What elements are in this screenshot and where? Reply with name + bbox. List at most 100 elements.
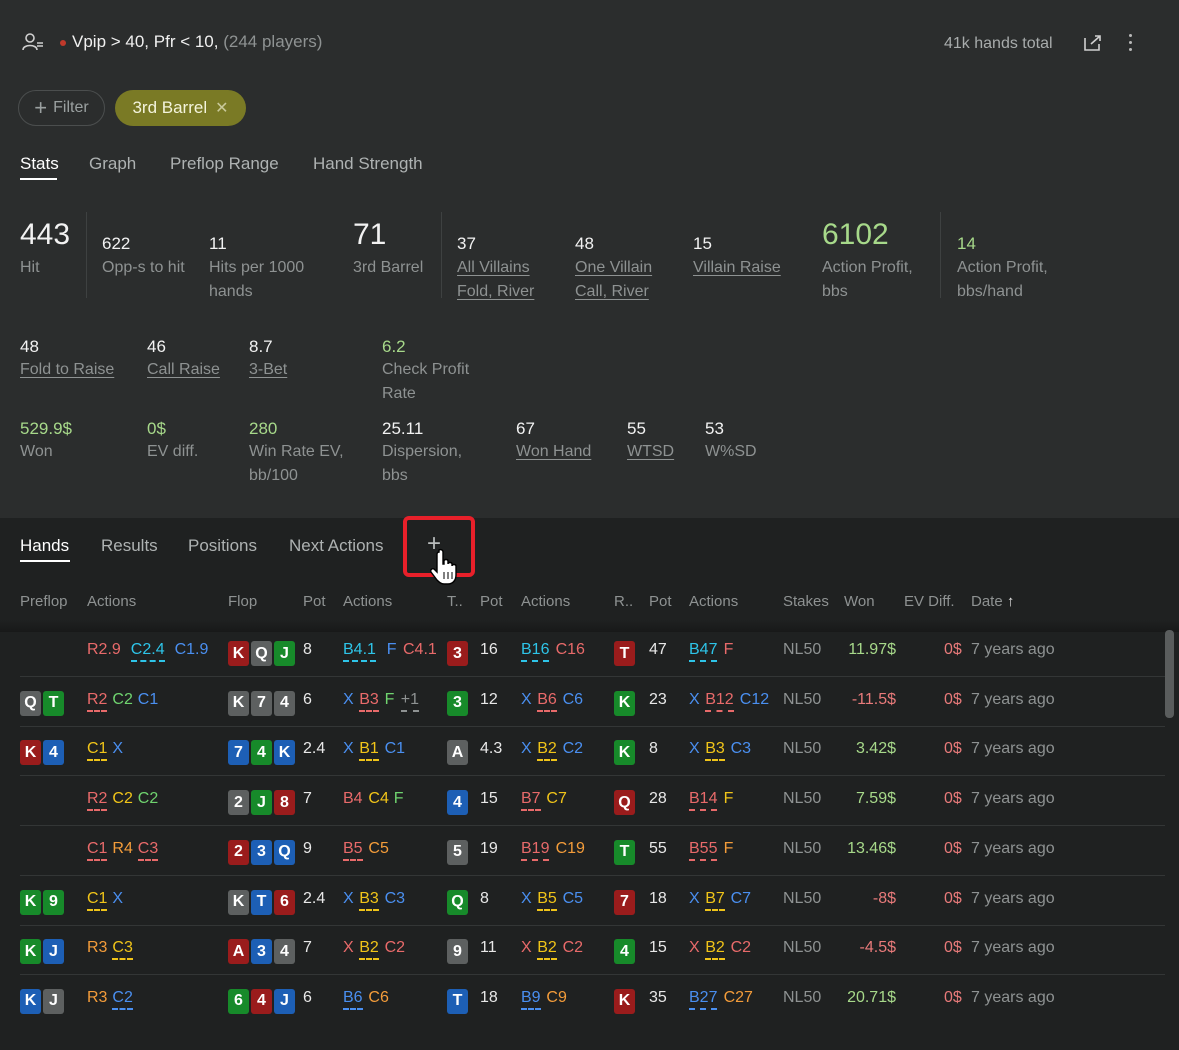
- table-row[interactable]: C1 R4 C3 2 3 Q 9 B5 C5 5 19 B19 C19 T 55 B55 F NL50 13.46$…: [0, 826, 1165, 876]
- export-icon[interactable]: [1083, 34, 1103, 52]
- col-flop[interactable]: Flop: [228, 593, 257, 610]
- stat-link-won-hand[interactable]: Won Hand: [516, 440, 591, 464]
- table-row[interactable]: K 4 C1 X 7 4 K 2.4 X B1 C1 A 4.3 X B2 C2 K 8 X B3 C3 NL50 3.42…: [0, 726, 1165, 777]
- river-action[interactable]: B7: [705, 890, 725, 911]
- flop-action[interactable]: X: [343, 691, 354, 709]
- preflop-action[interactable]: R3: [87, 989, 107, 1007]
- flop-action[interactable]: X: [343, 890, 354, 908]
- flop-action[interactable]: C3: [385, 890, 405, 908]
- col-preflop-actions[interactable]: Actions: [87, 593, 136, 610]
- preflop-action[interactable]: C2: [112, 989, 133, 1010]
- table-row[interactable]: R2 C2 C2 2 J 8 7 B4 C4 F 4 15 B7 C7 Q 28 B14 F NL50 7.59$ 0$…: [0, 776, 1165, 827]
- river-action[interactable]: B47: [689, 641, 718, 662]
- col-date[interactable]: Date ↑: [971, 593, 1014, 610]
- flop-action[interactable]: X: [343, 939, 354, 957]
- col-preflop[interactable]: Preflop: [20, 593, 68, 610]
- turn-action[interactable]: B7: [521, 790, 541, 812]
- preflop-action[interactable]: R2: [87, 790, 108, 812]
- players-icon[interactable]: [22, 32, 44, 52]
- flop-action[interactable]: F: [387, 641, 397, 659]
- flop-action[interactable]: B2: [359, 939, 379, 961]
- turn-action[interactable]: C19: [556, 840, 585, 858]
- stat-link-call-raise[interactable]: Call Raise: [147, 358, 220, 382]
- river-action[interactable]: C7: [731, 890, 751, 908]
- col-river[interactable]: R..: [614, 593, 633, 610]
- scrollbar[interactable]: [1165, 630, 1174, 718]
- river-action[interactable]: C2: [731, 939, 751, 957]
- preflop-action[interactable]: C1.9: [175, 641, 209, 659]
- tab-hands[interactable]: Hands: [20, 536, 69, 556]
- turn-action[interactable]: B5: [537, 890, 557, 911]
- turn-action[interactable]: B9: [521, 989, 541, 1010]
- tab-preflop-range[interactable]: Preflop Range: [170, 154, 279, 174]
- table-row[interactable]: K 9 C1 X K T 6 2.4 X B3 C3 Q 8 X B5 C5 7 18 X B7 C7 NL50 -8$ 0$…: [0, 876, 1165, 926]
- flop-action[interactable]: +1: [400, 691, 420, 712]
- stat-link-villain-raise[interactable]: Villain Raise: [693, 256, 781, 280]
- river-action[interactable]: F: [724, 641, 734, 659]
- close-icon[interactable]: ✕: [215, 98, 228, 118]
- preflop-action[interactable]: R2: [87, 691, 108, 712]
- table-row[interactable]: K J R3 C2 6 4 J 6 B6 C6 T 18 B9 C9 K 35 B27 C27 NL50 20.71$…: [0, 975, 1165, 1025]
- col-ev-diff[interactable]: EV Diff.: [904, 593, 955, 610]
- turn-action[interactable]: C5: [563, 890, 583, 908]
- river-action[interactable]: F: [724, 790, 734, 808]
- river-action[interactable]: X: [689, 890, 700, 908]
- river-action[interactable]: C27: [724, 989, 753, 1007]
- more-menu-icon[interactable]: [1128, 34, 1134, 54]
- flop-action[interactable]: B5: [343, 840, 363, 861]
- turn-action[interactable]: C2: [563, 939, 583, 957]
- preflop-action[interactable]: C1: [87, 740, 108, 762]
- tab-next-actions[interactable]: Next Actions: [289, 536, 384, 556]
- river-action[interactable]: C12: [740, 691, 769, 709]
- turn-action[interactable]: C2: [563, 740, 583, 758]
- turn-action[interactable]: B16: [521, 641, 550, 662]
- flop-action[interactable]: X: [343, 740, 354, 758]
- turn-action[interactable]: B6: [537, 691, 557, 712]
- river-action[interactable]: B2: [705, 939, 725, 961]
- flop-action[interactable]: F: [394, 790, 404, 808]
- turn-action[interactable]: X: [521, 691, 532, 709]
- table-row[interactable]: K J R3 C3 A 3 4 7 X B2 C2 9 11 X B2 C2 4 15 X B2 C2 NL50 -4.5$…: [0, 925, 1165, 976]
- turn-action[interactable]: C9: [546, 989, 566, 1007]
- turn-action[interactable]: C7: [546, 790, 566, 808]
- turn-action[interactable]: X: [521, 740, 532, 758]
- col-won[interactable]: Won: [844, 593, 875, 610]
- turn-action[interactable]: X: [521, 890, 532, 908]
- filter-chip-3rd-barrel[interactable]: 3rd Barrel ✕: [115, 90, 246, 126]
- col-river-actions[interactable]: Actions: [689, 593, 738, 610]
- river-action[interactable]: B12: [705, 691, 734, 712]
- flop-action[interactable]: C4.1: [403, 641, 437, 659]
- tab-hand-strength[interactable]: Hand Strength: [313, 154, 423, 174]
- preflop-action[interactable]: C1: [138, 691, 158, 709]
- flop-action[interactable]: C6: [368, 989, 388, 1007]
- flop-action[interactable]: B4: [343, 790, 363, 808]
- preflop-action[interactable]: R2.9: [87, 641, 121, 659]
- turn-action[interactable]: C6: [563, 691, 583, 709]
- river-action[interactable]: X: [689, 740, 700, 758]
- turn-action[interactable]: B19: [521, 840, 550, 861]
- river-action[interactable]: B14: [689, 790, 718, 812]
- river-action[interactable]: X: [689, 939, 700, 957]
- preflop-action[interactable]: C1: [87, 840, 108, 861]
- turn-action[interactable]: B2: [537, 740, 557, 762]
- table-row[interactable]: R2.9 C2.4 C1.9 K Q J 8 B4.1 F C4.1 3 16 B16 C16 T 47 B47…: [0, 627, 1165, 677]
- river-action[interactable]: B55: [689, 840, 718, 861]
- flop-action[interactable]: B3: [359, 691, 379, 712]
- preflop-action[interactable]: C3: [112, 939, 133, 961]
- flop-action[interactable]: B1: [359, 740, 379, 762]
- preflop-action[interactable]: C2: [112, 691, 132, 709]
- preflop-action[interactable]: C2.4: [130, 641, 165, 662]
- col-river-pot[interactable]: Pot: [649, 593, 672, 610]
- flop-action[interactable]: F: [385, 691, 395, 709]
- col-flop-actions[interactable]: Actions: [343, 593, 392, 610]
- turn-action[interactable]: C16: [556, 641, 585, 659]
- preflop-action[interactable]: C1: [87, 890, 108, 911]
- preflop-action[interactable]: C3: [137, 840, 159, 861]
- stat-link-3bet[interactable]: 3-Bet: [249, 358, 287, 382]
- flop-action[interactable]: C5: [368, 840, 388, 858]
- stat-link-wtsd[interactable]: WTSD: [627, 440, 674, 464]
- preflop-action[interactable]: C2: [112, 790, 132, 808]
- turn-action[interactable]: X: [521, 939, 532, 957]
- turn-action[interactable]: B2: [537, 939, 557, 961]
- flop-action[interactable]: B4.1: [343, 641, 376, 662]
